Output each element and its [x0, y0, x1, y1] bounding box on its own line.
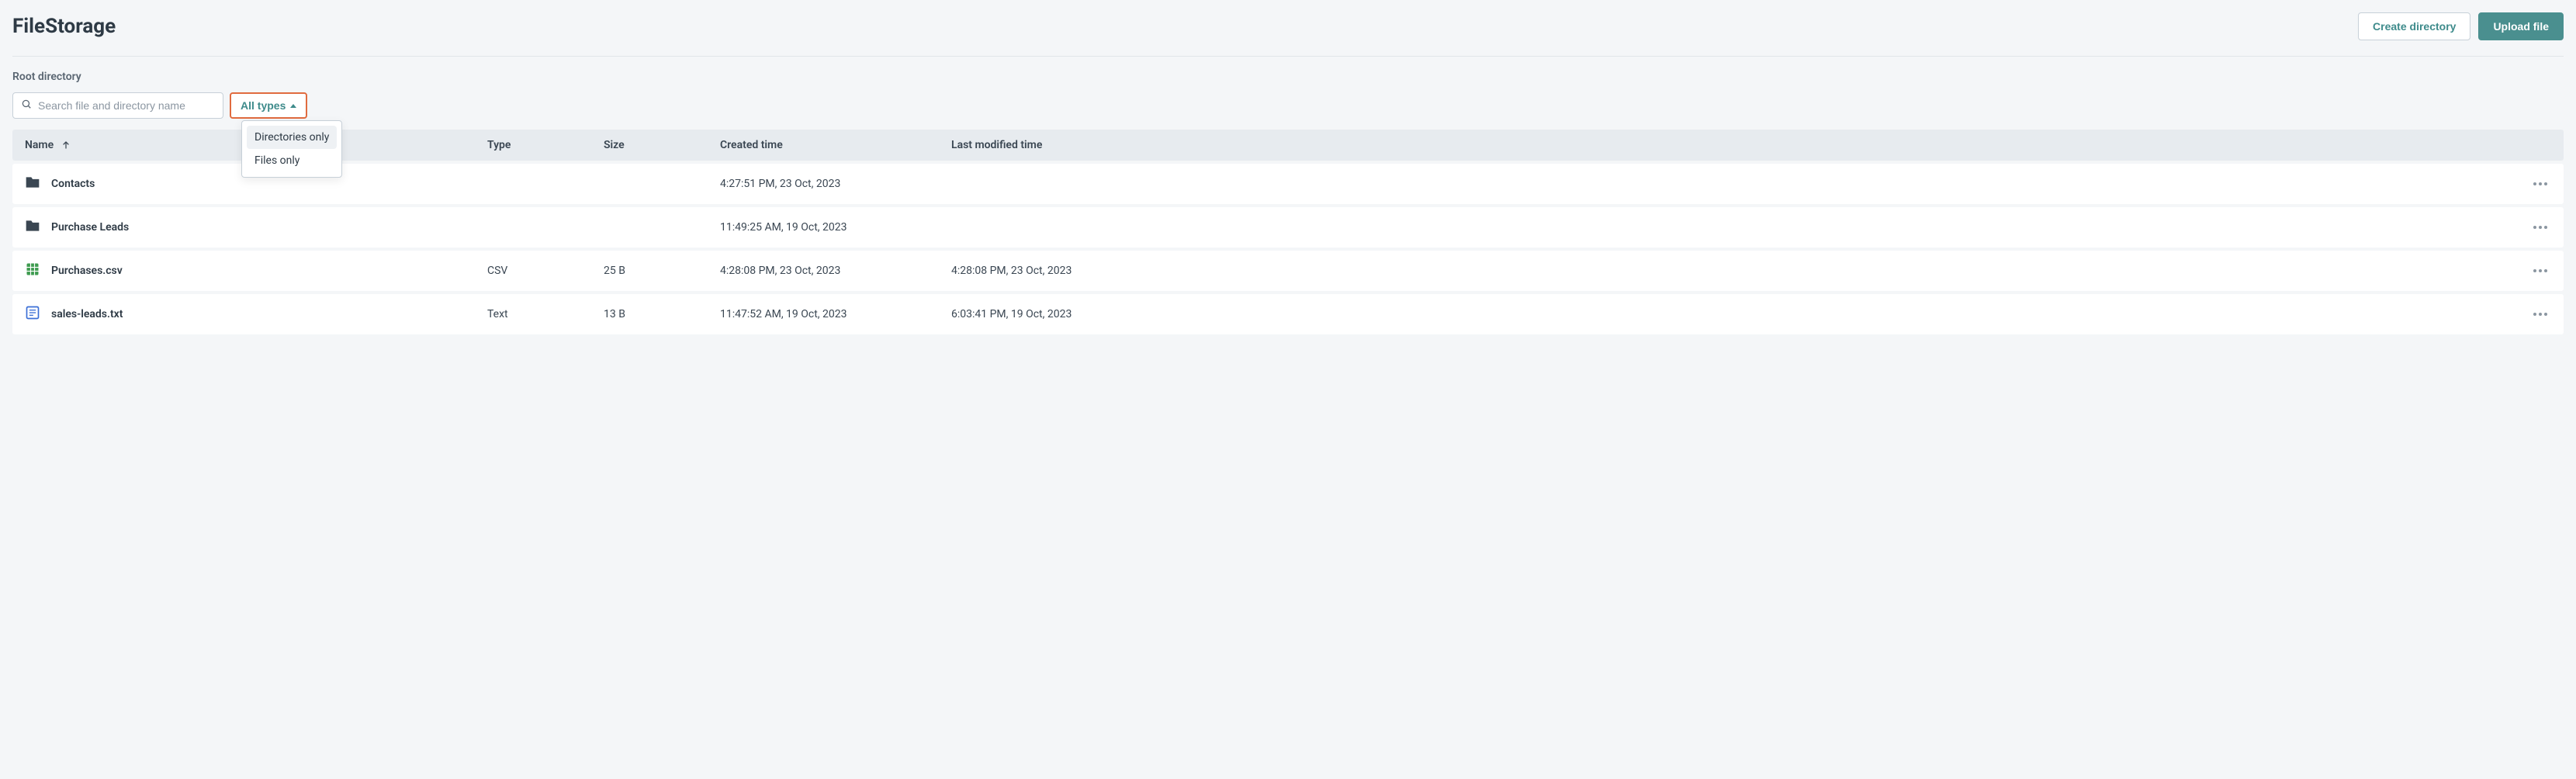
caret-up-icon [290, 104, 296, 108]
upload-file-button[interactable]: Upload file [2478, 12, 2564, 40]
row-name-label: Purchases.csv [51, 265, 123, 277]
toolbar: All types Directories only Files only [12, 92, 2564, 119]
header-actions: Create directory Upload file [2358, 12, 2564, 40]
row-modified: 4:28:08 PM, 23 Oct, 2023 [951, 265, 2520, 277]
page-header: FileStorage Create directory Upload file [12, 12, 2564, 57]
row-type: Text [487, 308, 604, 320]
column-header-created[interactable]: Created time [720, 139, 951, 151]
filter-option-files[interactable]: Files only [247, 149, 337, 172]
row-modified: 6:03:41 PM, 19 Oct, 2023 [951, 308, 2520, 320]
breadcrumb[interactable]: Root directory [12, 71, 2564, 83]
filter-option-directories[interactable]: Directories only [247, 126, 337, 149]
sort-asc-icon [61, 140, 71, 150]
row-type: CSV [487, 265, 604, 277]
more-actions-button[interactable] [2529, 306, 2551, 322]
row-name-label: sales-leads.txt [51, 308, 123, 320]
table-header: Name Type Size Created time Last modifie… [12, 130, 2564, 161]
column-header-type[interactable]: Type [487, 139, 604, 151]
csv-file-icon [25, 261, 40, 280]
row-size: 13 B [604, 308, 720, 320]
file-table: Name Type Size Created time Last modifie… [12, 130, 2564, 334]
folder-icon [25, 175, 40, 193]
row-created: 11:49:25 AM, 19 Oct, 2023 [720, 221, 951, 234]
page-title: FileStorage [12, 15, 116, 38]
more-actions-button[interactable] [2529, 263, 2551, 279]
row-created: 4:27:51 PM, 23 Oct, 2023 [720, 178, 951, 190]
search-icon [21, 99, 32, 113]
column-header-modified[interactable]: Last modified time [951, 139, 2520, 151]
table-row[interactable]: sales-leads.txt Text 13 B 11:47:52 AM, 1… [12, 294, 2564, 334]
row-size: 25 B [604, 265, 720, 277]
search-input[interactable] [38, 99, 215, 112]
column-name-label: Name [25, 139, 54, 151]
type-filter-button[interactable]: All types [230, 92, 307, 119]
more-actions-button[interactable] [2529, 176, 2551, 192]
folder-icon [25, 218, 40, 237]
row-name-label: Purchase Leads [51, 221, 129, 234]
table-row[interactable]: Purchases.csv CSV 25 B 4:28:08 PM, 23 Oc… [12, 251, 2564, 291]
table-row[interactable]: Purchase Leads 11:49:25 AM, 19 Oct, 2023 [12, 207, 2564, 248]
table-row[interactable]: Contacts 4:27:51 PM, 23 Oct, 2023 [12, 164, 2564, 204]
row-created: 11:47:52 AM, 19 Oct, 2023 [720, 308, 951, 320]
row-created: 4:28:08 PM, 23 Oct, 2023 [720, 265, 951, 277]
row-name-label: Contacts [51, 178, 95, 190]
text-file-icon [25, 305, 40, 324]
column-header-size[interactable]: Size [604, 139, 720, 151]
more-actions-button[interactable] [2529, 220, 2551, 235]
create-directory-button[interactable]: Create directory [2358, 12, 2470, 40]
type-filter-dropdown: Directories only Files only [241, 120, 342, 178]
search-field-wrap[interactable] [12, 92, 223, 119]
type-filter-label: All types [241, 99, 286, 112]
